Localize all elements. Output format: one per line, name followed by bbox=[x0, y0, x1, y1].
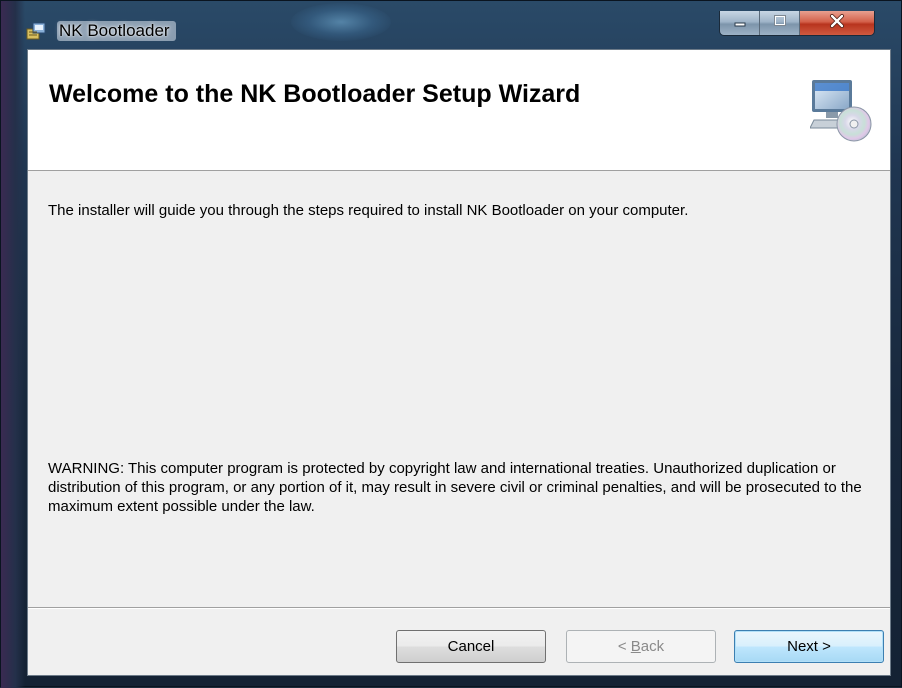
installer-icon bbox=[25, 19, 47, 41]
maximize-button[interactable] bbox=[760, 11, 800, 35]
window-frame: NK Bootloader Welcome to the NK Bootload… bbox=[0, 0, 902, 688]
minimize-button[interactable] bbox=[720, 11, 760, 35]
minimize-icon bbox=[733, 14, 747, 32]
wizard-banner: Welcome to the NK Bootloader Setup Wizar… bbox=[28, 50, 890, 171]
setup-wizard-dialog: Welcome to the NK Bootloader Setup Wizar… bbox=[27, 49, 891, 676]
cancel-button[interactable]: Cancel bbox=[396, 630, 546, 663]
button-separator bbox=[28, 607, 890, 609]
back-button-accelerator: B bbox=[630, 638, 641, 655]
title-bar[interactable]: NK Bootloader bbox=[25, 11, 885, 47]
close-icon bbox=[829, 13, 845, 33]
intro-text: The installer will guide you through the… bbox=[48, 202, 689, 219]
caption-buttons bbox=[719, 11, 875, 36]
maximize-icon bbox=[773, 14, 787, 32]
next-button[interactable]: Next > bbox=[734, 630, 884, 663]
back-button-rest: ack bbox=[640, 638, 665, 655]
back-button[interactable]: < Back bbox=[566, 630, 716, 663]
computer-cd-icon bbox=[809, 72, 872, 150]
desktop-edge bbox=[1, 1, 25, 688]
copyright-warning: WARNING: This computer program is protec… bbox=[48, 460, 862, 515]
window-title: NK Bootloader bbox=[57, 21, 176, 41]
banner-title: Welcome to the NK Bootloader Setup Wizar… bbox=[49, 80, 581, 108]
close-button[interactable] bbox=[800, 11, 874, 35]
back-button-prefix: < bbox=[617, 638, 631, 655]
